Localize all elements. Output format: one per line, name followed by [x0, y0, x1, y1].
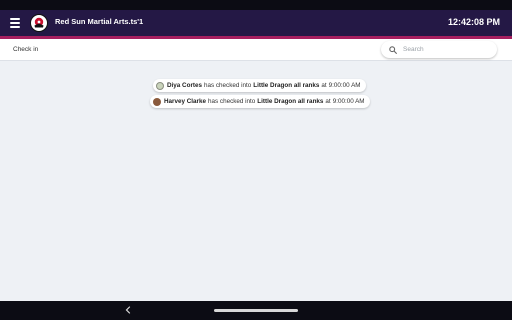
avatar [156, 81, 164, 90]
app-title: Red Sun Martial Arts.ts'1 [55, 17, 144, 26]
search-icon [389, 45, 397, 54]
chevron-left-icon[interactable] [124, 306, 132, 314]
system-nav-bar [0, 301, 512, 320]
status-bar [0, 0, 512, 10]
hamburger-menu-icon[interactable] [10, 17, 20, 29]
toolbar: Check in [0, 39, 512, 61]
home-pill-icon[interactable] [214, 309, 298, 312]
app-bar: Red Sun Martial Arts.ts'1 12:42:08 PM [0, 10, 512, 36]
checkin-item: Diya Cortes has checked into Little Drag… [153, 79, 366, 92]
member-name: Harvey Clarke [164, 98, 207, 105]
checkin-at: at [321, 82, 327, 89]
page-title: Check in [13, 46, 39, 53]
checkin-text: has checked into [208, 98, 256, 105]
clock: 12:42:08 PM [447, 17, 500, 27]
checkin-time: 9:00:00 AM [332, 98, 365, 105]
checkin-item: Harvey Clarke has checked into Little Dr… [150, 95, 370, 108]
checkin-at: at [325, 98, 331, 105]
red-sun-logo-icon [30, 14, 48, 32]
member-name: Diya Cortes [167, 82, 202, 89]
search-input[interactable] [403, 46, 483, 53]
class-name: Little Dragon all ranks [253, 82, 320, 89]
avatar [153, 97, 161, 106]
class-name: Little Dragon all ranks [257, 98, 324, 105]
checkin-time: 9:00:00 AM [328, 82, 361, 89]
search-box[interactable] [381, 41, 497, 58]
checkin-text: has checked into [204, 82, 252, 89]
